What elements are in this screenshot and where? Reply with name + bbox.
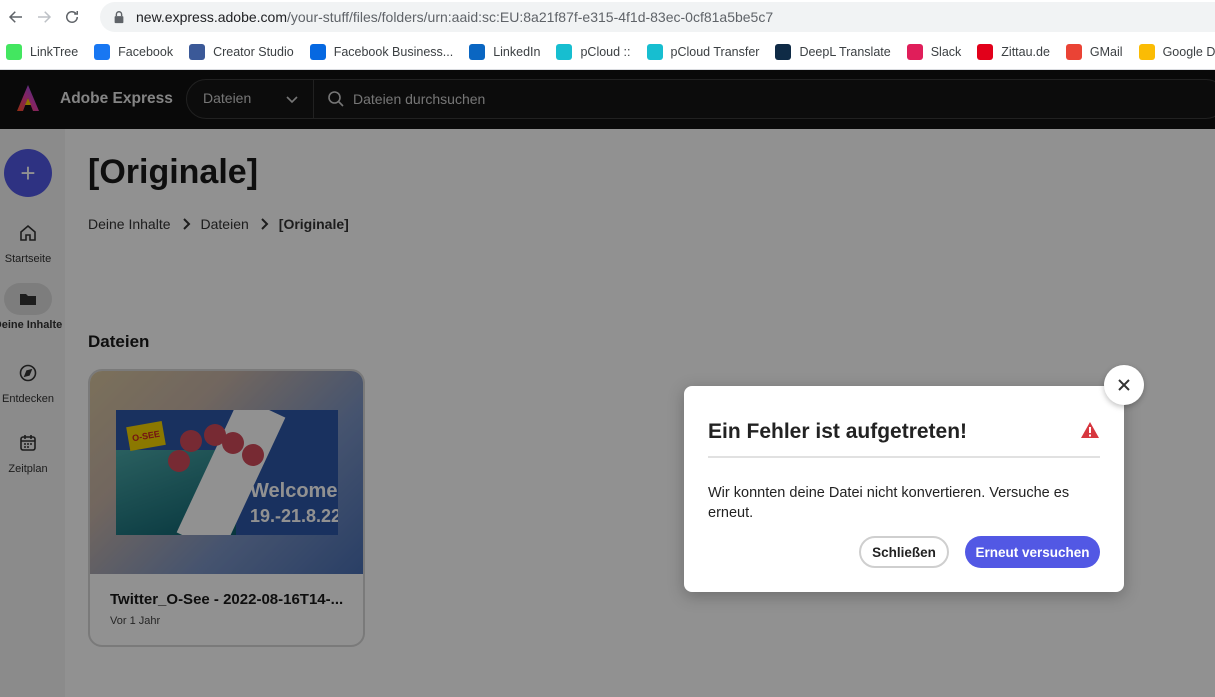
browser-toolbar: new.express.adobe.com/your-stuff/files/f… xyxy=(0,0,1215,34)
modal-overlay[interactable] xyxy=(0,70,1215,697)
forward-icon[interactable] xyxy=(32,5,56,29)
bookmark-label: Slack xyxy=(930,44,962,59)
bookmark-label: DeepL Translate xyxy=(799,44,891,59)
dialog-close-button[interactable] xyxy=(1104,365,1144,405)
error-dialog: Ein Fehler ist aufgetreten! Wir konnten … xyxy=(684,386,1124,592)
bookmark-label: LinkTree xyxy=(30,44,79,59)
bookmark-item[interactable]: LinkedIn xyxy=(469,43,541,60)
bookmark-label: LinkedIn xyxy=(493,44,541,59)
bookmark-item[interactable]: pCloud Transfer xyxy=(646,43,760,60)
bookmark-label: Creator Studio xyxy=(213,44,294,59)
bookmark-label: Facebook xyxy=(118,44,174,59)
deepl-icon xyxy=(775,43,792,60)
bookmark-label: Zittau.de xyxy=(1001,44,1050,59)
meta-icon xyxy=(309,43,326,60)
bookmark-item[interactable]: Facebook Business... xyxy=(309,43,454,60)
bookmark-item[interactable]: LinkTree xyxy=(6,43,79,60)
lock-icon xyxy=(112,10,126,24)
bookmark-item[interactable]: Facebook xyxy=(94,43,174,60)
url-host: new.express.adobe.com xyxy=(136,9,287,25)
slack-icon xyxy=(906,43,923,60)
reload-icon[interactable] xyxy=(60,5,84,29)
bookmark-label: pCloud Transfer xyxy=(670,44,760,59)
bookmark-item[interactable]: Google Drive xyxy=(1138,43,1215,60)
close-icon xyxy=(1118,379,1130,391)
close-button[interactable]: Schließen xyxy=(859,536,949,568)
bookmark-item[interactable]: Creator Studio xyxy=(189,43,294,60)
bookmark-item[interactable]: Slack xyxy=(906,43,962,60)
pcloud-icon xyxy=(556,43,573,60)
warning-icon xyxy=(1081,422,1099,438)
bookmark-label: GMail xyxy=(1089,44,1123,59)
bookmark-label: Google Drive xyxy=(1162,44,1215,59)
dialog-message: Wir konnten deine Datei nicht konvertier… xyxy=(708,485,1070,521)
address-bar[interactable]: new.express.adobe.com/your-stuff/files/f… xyxy=(100,2,1215,32)
pcloud-icon xyxy=(646,43,663,60)
gmail-icon xyxy=(1065,43,1082,60)
google-drive-icon xyxy=(1138,43,1155,60)
bookmark-item[interactable]: pCloud :: xyxy=(556,43,631,60)
linkedin-icon xyxy=(469,43,486,60)
creator-studio-icon xyxy=(189,43,206,60)
bookmark-item[interactable]: DeepL Translate xyxy=(775,43,891,60)
bookmark-item[interactable]: GMail xyxy=(1065,43,1123,60)
bookmarks-bar: LinkTree Facebook Creator Studio Facebook B… xyxy=(0,34,1215,70)
linktree-icon xyxy=(6,43,22,60)
bookmark-item[interactable]: Zittau.de xyxy=(977,43,1050,60)
retry-button[interactable]: Erneut versuchen xyxy=(965,536,1100,568)
dialog-title: Ein Fehler ist aufgetreten! xyxy=(708,420,968,443)
back-icon[interactable] xyxy=(4,5,28,29)
url-path: /your-stuff/files/folders/urn:aaid:sc:EU… xyxy=(286,9,774,25)
bookmark-label: Facebook Business... xyxy=(333,44,454,59)
facebook-icon xyxy=(94,43,111,60)
bookmark-label: pCloud :: xyxy=(580,44,631,59)
dialog-divider xyxy=(708,456,1100,458)
zittau-icon xyxy=(977,43,994,60)
